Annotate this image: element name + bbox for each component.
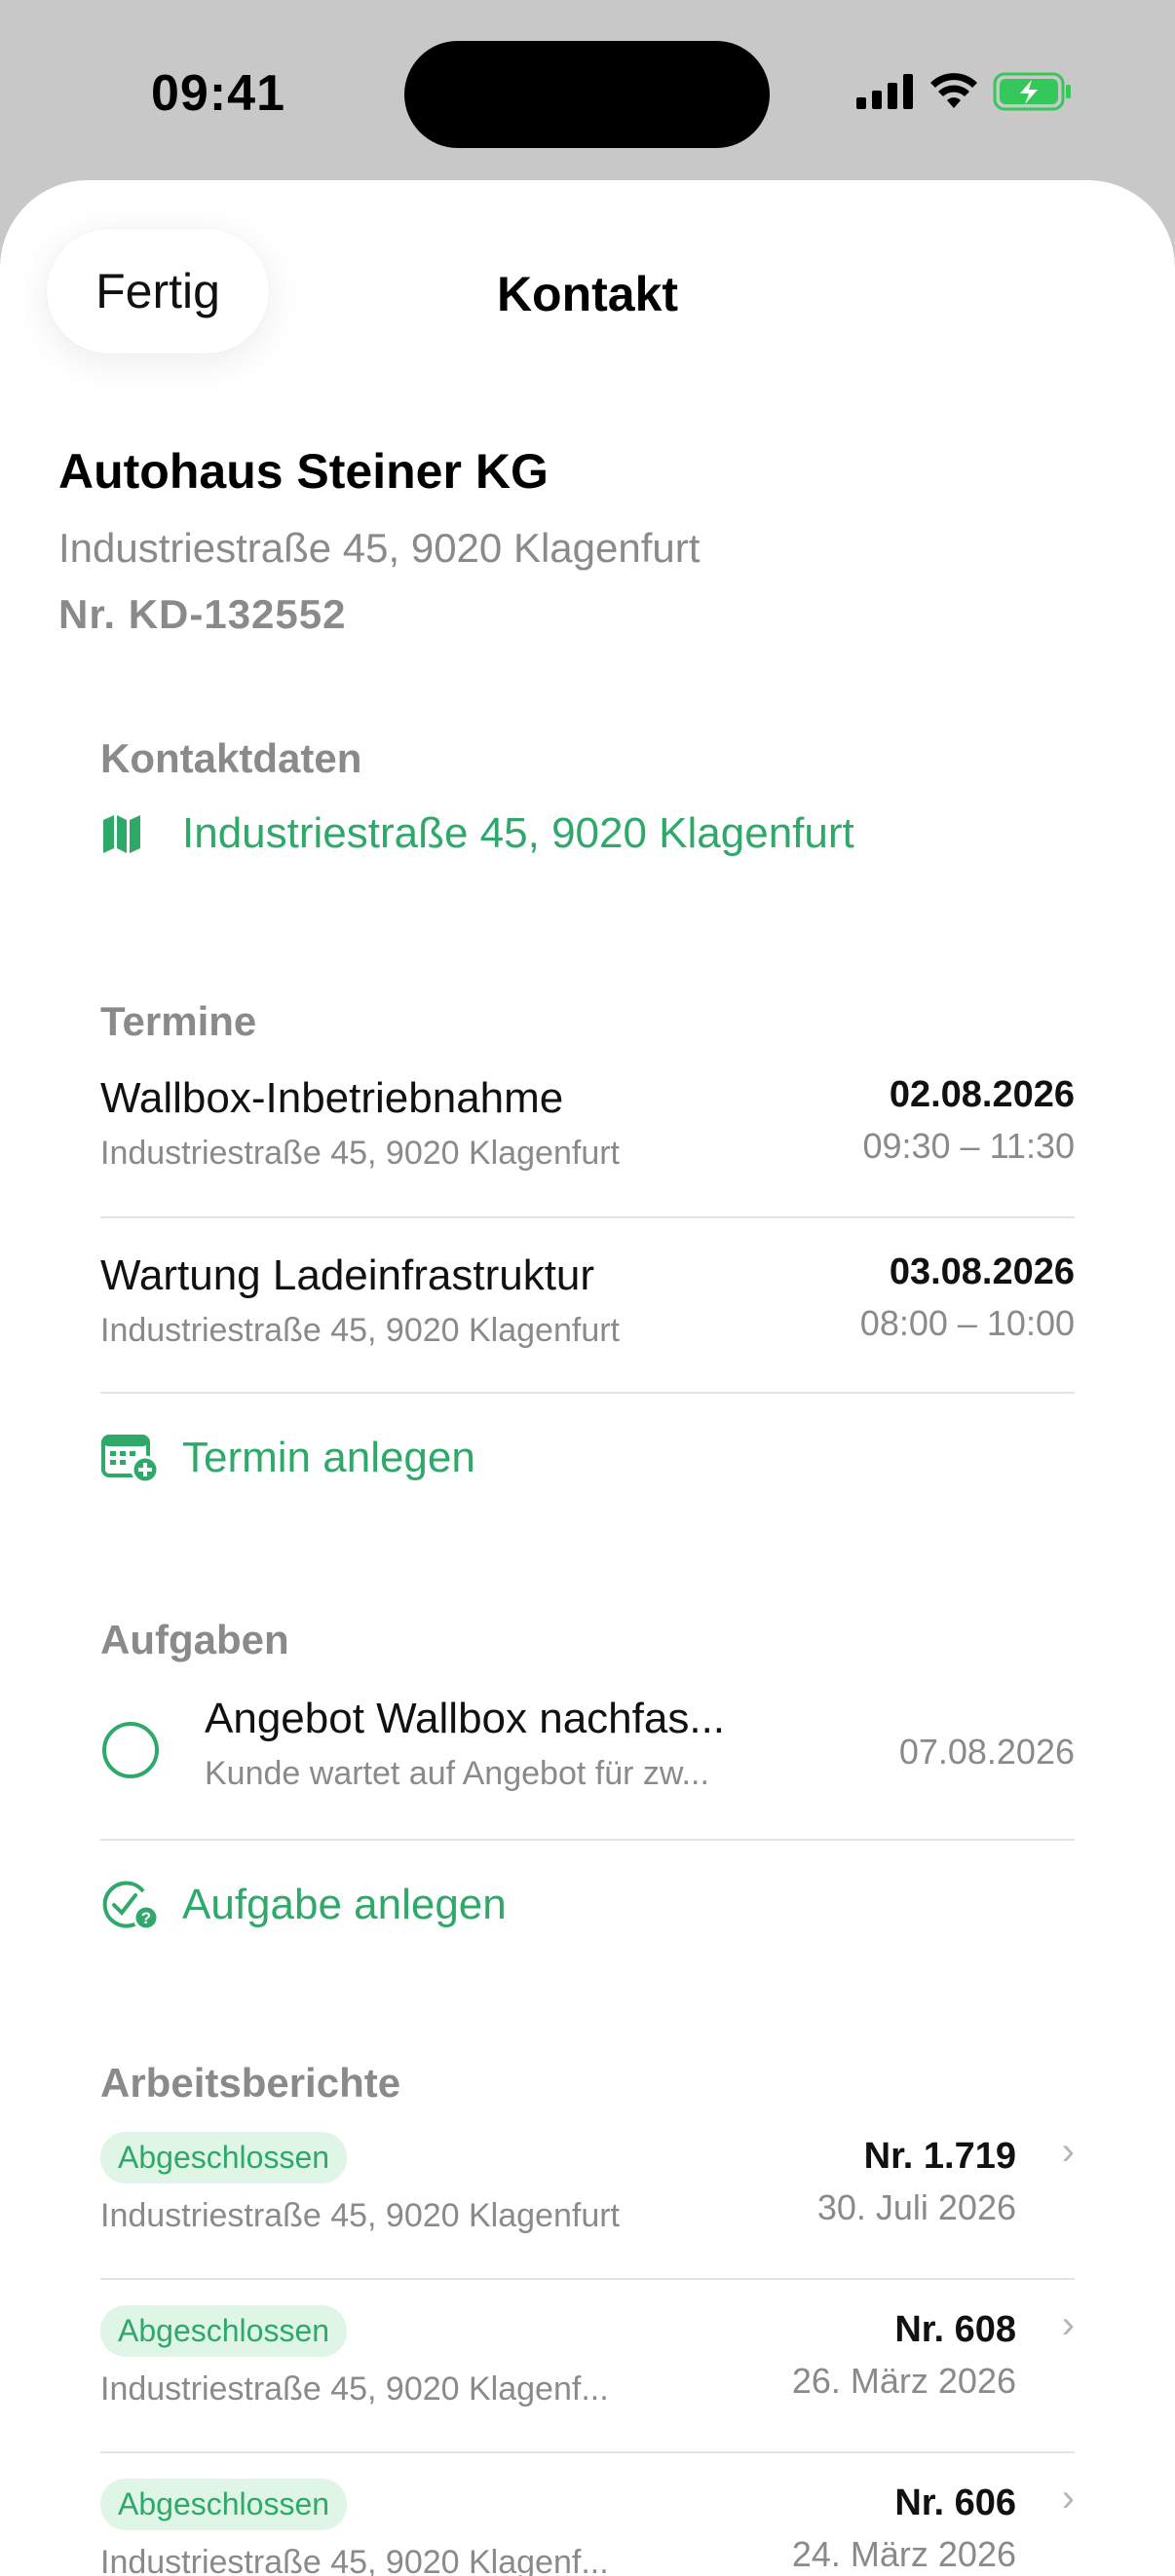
status-bar: 09:41	[0, 0, 1175, 185]
svg-text:?: ?	[141, 1909, 151, 1927]
arbeitsberichte-section: Arbeitsberichte Abgeschlossen Industries…	[100, 2060, 1075, 2576]
chevron-right-icon: ›	[1061, 2130, 1075, 2173]
chevron-right-icon: ›	[1061, 2303, 1075, 2346]
contact-sheet: Fertig Kontakt Autohaus Steiner KG Indus…	[0, 180, 1175, 2576]
appointment-row[interactable]: Wallbox-Inbetriebnahme Industriestraße 4…	[100, 1045, 1075, 1218]
report-row[interactable]: Abgeschlossen Industriestraße 45, 9020 K…	[100, 2280, 1075, 2453]
report-number: Nr. 606	[894, 2483, 1016, 2523]
section-title-kontaktdaten: Kontaktdaten	[100, 735, 362, 781]
report-number: Nr. 608	[894, 2309, 1016, 2350]
report-row[interactable]: Abgeschlossen Industriestraße 45, 9020 K…	[100, 2453, 1075, 2576]
wifi-icon	[930, 73, 977, 108]
section-title-aufgaben: Aufgaben	[100, 1617, 289, 1662]
status-badge: Abgeschlossen	[100, 2305, 348, 2357]
status-badge: Abgeschlossen	[100, 2132, 348, 2184]
nav-bar: Fertig Kontakt	[0, 180, 1175, 355]
report-number: Nr. 1.719	[863, 2136, 1016, 2177]
task-due-date: 07.08.2026	[898, 1732, 1075, 1772]
add-task-button[interactable]: ? Aufgabe anlegen	[100, 1878, 1075, 1932]
termine-section: Termine Wallbox-Inbetriebnahme Industrie…	[100, 998, 1075, 1485]
address-link[interactable]: Industriestraße 45, 9020 Klagenfurt	[100, 809, 1075, 858]
task-checkbox-circle-icon[interactable]	[100, 1720, 161, 1780]
appointment-date: 03.08.2026	[889, 1251, 1075, 1292]
add-appointment-button[interactable]: Termin anlegen	[100, 1431, 1075, 1485]
contact-header: Autohaus Steiner KG Industriestraße 45, …	[58, 443, 700, 638]
report-date: 24. März 2026	[791, 2534, 1016, 2574]
report-date: 30. Juli 2026	[816, 2187, 1016, 2227]
task-row[interactable]: Angebot Wallbox nachfas... Kunde wartet …	[100, 1663, 1075, 1841]
report-row[interactable]: Abgeschlossen Industriestraße 45, 9020 K…	[100, 2107, 1075, 2280]
cellular-signal-icon	[856, 74, 913, 109]
appointment-row[interactable]: Wartung Ladeinfrastruktur Industriestraß…	[100, 1218, 1075, 1394]
report-date: 26. März 2026	[791, 2361, 1016, 2401]
task-add-icon: ?	[102, 1881, 160, 1931]
section-title-termine: Termine	[100, 998, 257, 1044]
address-link-label: Industriestraße 45, 9020 Klagenfurt	[182, 809, 854, 857]
map-icon	[103, 815, 140, 853]
status-time: 09:41	[151, 65, 285, 122]
battery-charging-icon	[993, 72, 1071, 111]
company-address: Industriestraße 45, 9020 Klagenfurt	[58, 525, 701, 571]
customer-number: Nr. KD-132552	[58, 591, 347, 637]
appointment-time: 08:00 – 10:00	[859, 1303, 1075, 1343]
nav-title: Kontakt	[496, 267, 679, 321]
add-task-label: Aufgabe anlegen	[182, 1881, 507, 1928]
appointment-time: 09:30 – 11:30	[862, 1126, 1075, 1166]
aufgaben-section: Aufgaben Angebot Wallbox nachfas... Kund…	[100, 1617, 1075, 1932]
status-badge: Abgeschlossen	[100, 2479, 348, 2530]
add-appointment-label: Termin anlegen	[182, 1434, 475, 1481]
appointment-date: 02.08.2026	[889, 1074, 1075, 1115]
system-icons	[856, 72, 1073, 111]
section-title-arbeitsberichte: Arbeitsberichte	[100, 2060, 401, 2106]
dynamic-island	[404, 41, 770, 148]
company-name: Autohaus Steiner KG	[58, 444, 549, 499]
calendar-add-icon	[101, 1435, 160, 1484]
chevron-right-icon: ›	[1061, 2477, 1075, 2520]
kontaktdaten-section: Kontaktdaten Industriestraße 45, 9020 Kl…	[100, 735, 1075, 858]
